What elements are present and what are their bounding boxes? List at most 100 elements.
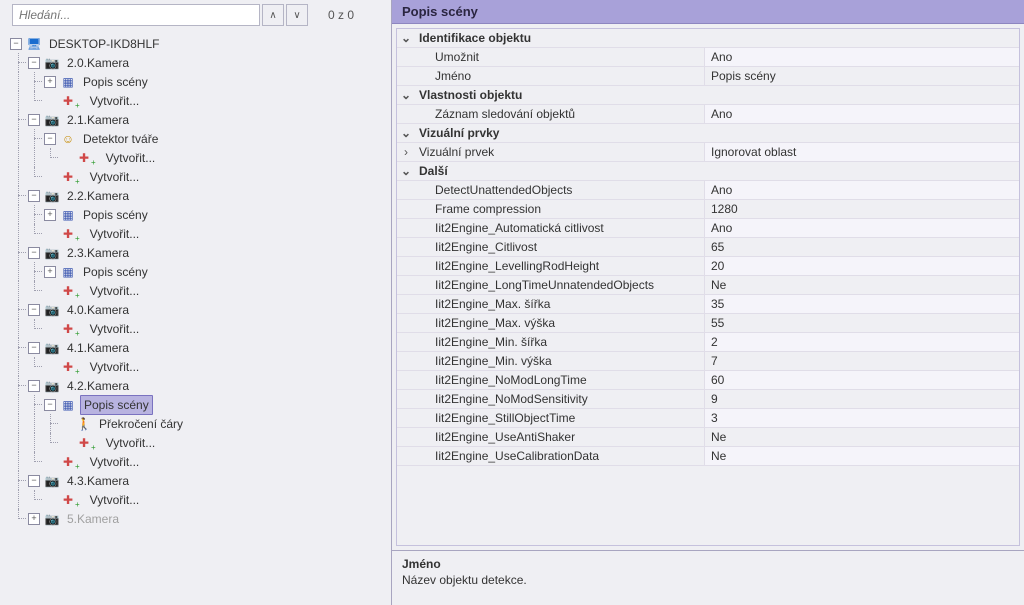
prop-minw[interactable]: Iit2Engine_Min. šířka2 (397, 333, 1019, 352)
expander-icon[interactable]: − (10, 38, 22, 50)
tree-camera-43[interactable]: − 📷 4.3.Kamera (10, 471, 387, 490)
tree-item-label: 2.1.Kamera (64, 111, 132, 129)
prop-nms[interactable]: Iit2Engine_NoModSensitivity9 (397, 390, 1019, 409)
create-icon: ✚ (60, 492, 76, 508)
tree-create-22[interactable]: ✚+ Vytvořit... (10, 224, 387, 243)
tree-camera-42[interactable]: − 📷 4.2.Kamera (10, 376, 387, 395)
prop-sot[interactable]: Iit2Engine_StillObjectTime3 (397, 409, 1019, 428)
expander-icon[interactable]: + (44, 76, 56, 88)
camera-icon: 📷 (44, 55, 60, 71)
create-icon: ✚ (60, 321, 76, 337)
category-other[interactable]: ⌄ Další (397, 162, 1019, 181)
scene-icon: ▦ (60, 74, 76, 90)
chevron-down-icon[interactable]: ⌄ (397, 162, 415, 180)
tree-crossline[interactable]: 🚶 Překročení čáry (10, 414, 387, 433)
search-input[interactable] (12, 4, 260, 26)
tree-scene-23[interactable]: + ▦ Popis scény (10, 262, 387, 281)
expander-icon[interactable]: + (44, 209, 56, 221)
tree-create-40[interactable]: ✚+ Vytvořit... (10, 319, 387, 338)
tree-camera-21[interactable]: − 📷 2.1.Kamera (10, 110, 387, 129)
prop-maxh[interactable]: Iit2Engine_Max. výška55 (397, 314, 1019, 333)
prop-tracking[interactable]: Záznam sledování objektůAno (397, 105, 1019, 124)
tree-camera-22[interactable]: − 📷 2.2.Kamera (10, 186, 387, 205)
tree-create-43[interactable]: ✚+ Vytvořit... (10, 490, 387, 509)
camera-icon: 📷 (44, 340, 60, 356)
category-visual[interactable]: ⌄ Vizuální prvky (397, 124, 1019, 143)
expander-icon[interactable]: − (28, 57, 40, 69)
tree-create-21a[interactable]: ✚+ Vytvořit... (10, 148, 387, 167)
tree-scene-22[interactable]: + ▦ Popis scény (10, 205, 387, 224)
prop-cit[interactable]: Iit2Engine_Citlivost65 (397, 238, 1019, 257)
line-crossing-icon: 🚶 (76, 416, 92, 432)
chevron-down-icon[interactable]: ⌄ (397, 29, 415, 47)
category-label: Vlastnosti objektu (415, 86, 1019, 104)
tree-create-21b[interactable]: ✚+ Vytvořit... (10, 167, 387, 186)
expander-icon[interactable]: − (44, 399, 56, 411)
help-text: Název objektu detekce. (402, 573, 527, 587)
category-identification[interactable]: ⌄ Identifikace objektu (397, 29, 1019, 48)
tree-root[interactable]: − 🖥 DESKTOP-IKD8HLF (10, 34, 387, 53)
category-label: Identifikace objektu (415, 29, 1019, 47)
tree-create-42a[interactable]: ✚+ Vytvořit... (10, 433, 387, 452)
chevron-down-icon[interactable]: ⌄ (397, 124, 415, 142)
tree-camera-40[interactable]: − 📷 4.0.Kamera (10, 300, 387, 319)
prop-visual-element[interactable]: ›Vizuální prvekIgnorovat oblast (397, 143, 1019, 162)
tree-camera-41[interactable]: − 📷 4.1.Kamera (10, 338, 387, 357)
tree-item-label: 4.1.Kamera (64, 339, 132, 357)
prop-ucd[interactable]: Iit2Engine_UseCalibrationDataNe (397, 447, 1019, 466)
property-grid[interactable]: ⌄ Identifikace objektu UmožnitAno JménoP… (396, 28, 1020, 546)
prop-duo[interactable]: DetectUnattendedObjectsAno (397, 181, 1019, 200)
chevron-right-icon[interactable]: › (397, 143, 415, 161)
tree-create-20[interactable]: ✚+ Vytvořit... (10, 91, 387, 110)
create-icon: ✚ (76, 435, 92, 451)
right-panel: Popis scény ⌄ Identifikace objektu Umožn… (392, 0, 1024, 605)
prop-uas[interactable]: Iit2Engine_UseAntiShakerNe (397, 428, 1019, 447)
camera-icon: 📷 (44, 302, 60, 318)
tree-item-label: Vytvořit... (87, 225, 143, 243)
expander-icon[interactable]: − (28, 190, 40, 202)
tree-camera-20[interactable]: − 📷 2.0.Kamera (10, 53, 387, 72)
expander-icon[interactable]: − (28, 114, 40, 126)
tree-create-42b[interactable]: ✚+ Vytvořit... (10, 452, 387, 471)
category-properties[interactable]: ⌄ Vlastnosti objektu (397, 86, 1019, 105)
chevron-down-icon[interactable]: ⌄ (397, 86, 415, 104)
expander-icon[interactable]: − (44, 133, 56, 145)
camera-icon: 📷 (44, 188, 60, 204)
prop-nmlt[interactable]: Iit2Engine_NoModLongTime60 (397, 371, 1019, 390)
expander-icon[interactable]: − (28, 475, 40, 487)
expander-icon[interactable]: − (28, 342, 40, 354)
tree-item-label: Vytvořit... (87, 282, 143, 300)
create-icon: ✚ (76, 150, 92, 166)
expander-icon[interactable]: − (28, 380, 40, 392)
prop-name[interactable]: JménoPopis scény (397, 67, 1019, 86)
category-label: Další (415, 162, 1019, 180)
prop-minh[interactable]: Iit2Engine_Min. výška7 (397, 352, 1019, 371)
expander-icon[interactable]: − (28, 247, 40, 259)
search-next-button[interactable]: ∨ (286, 4, 308, 26)
tree-camera-5[interactable]: + 📷 5.Kamera (10, 509, 387, 528)
tree-facedet[interactable]: − ☺ Detektor tváře (10, 129, 387, 148)
tree-item-label: Popis scény (80, 73, 151, 91)
tree-item-label: Vytvořit... (87, 491, 143, 509)
tree-create-23[interactable]: ✚+ Vytvořit... (10, 281, 387, 300)
expander-icon[interactable]: − (28, 304, 40, 316)
prop-ac[interactable]: Iit2Engine_Automatická citlivostAno (397, 219, 1019, 238)
tree-item-label: 5.Kamera (64, 510, 122, 528)
expander-icon[interactable]: + (28, 513, 40, 525)
prop-maxw[interactable]: Iit2Engine_Max. šířka35 (397, 295, 1019, 314)
tree-scene-42[interactable]: − ▦ Popis scény (10, 395, 387, 414)
tree-create-41[interactable]: ✚+ Vytvořit... (10, 357, 387, 376)
expander-icon[interactable]: + (44, 266, 56, 278)
object-tree[interactable]: − 🖥 DESKTOP-IKD8HLF − 📷 2.0.Kamera + ▦ P… (0, 30, 391, 605)
tree-scene-20[interactable]: + ▦ Popis scény (10, 72, 387, 91)
tree-camera-23[interactable]: − 📷 2.3.Kamera (10, 243, 387, 262)
help-box: Jméno Název objektu detekce. (392, 550, 1024, 605)
tree-item-label: Detektor tváře (80, 130, 161, 148)
camera-icon: 📷 (44, 378, 60, 394)
prop-enable[interactable]: UmožnitAno (397, 48, 1019, 67)
prop-lrh[interactable]: Iit2Engine_LevellingRodHeight20 (397, 257, 1019, 276)
prop-fc[interactable]: Frame compression1280 (397, 200, 1019, 219)
prop-ltuo[interactable]: Iit2Engine_LongTimeUnnatendedObjectsNe (397, 276, 1019, 295)
tree-item-label: Překročení čáry (96, 415, 186, 433)
search-prev-button[interactable]: ∧ (262, 4, 284, 26)
